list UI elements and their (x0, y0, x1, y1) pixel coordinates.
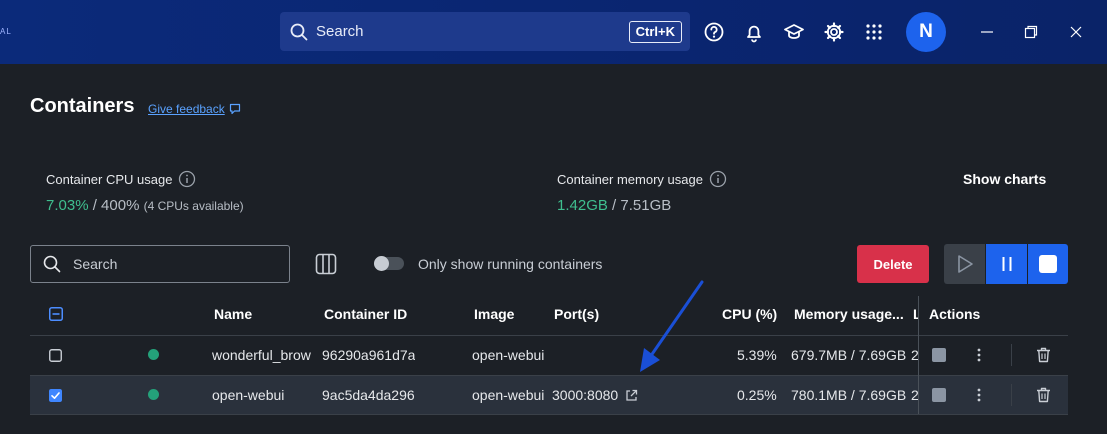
column-header-image[interactable]: Image (474, 306, 514, 322)
external-link-icon[interactable] (625, 389, 638, 402)
search-shortcut-badge: Ctrl+K (628, 21, 682, 43)
memory-usage-label: Container memory usage (557, 171, 703, 187)
container-image-link[interactable]: open-webui (472, 387, 546, 403)
cpu-percent: 7.03% (46, 197, 89, 214)
table-divider (30, 335, 1068, 336)
trash-icon[interactable] (1036, 387, 1051, 403)
columns-icon[interactable] (314, 252, 338, 276)
close-icon[interactable] (1066, 22, 1086, 42)
start-button[interactable] (944, 244, 985, 284)
container-search-input[interactable] (73, 256, 273, 272)
cpu-usage-label: Container CPU usage (46, 171, 173, 187)
container-memory: 780.1MB / 7.69GB (791, 387, 907, 403)
info-icon[interactable] (709, 170, 727, 188)
container-name-link[interactable]: wonderful_brow (212, 347, 316, 363)
only-running-label: Only show running containers (418, 256, 603, 272)
row-checkbox-checked[interactable] (49, 389, 62, 402)
column-header-container-id[interactable]: Container ID (324, 306, 407, 322)
pause-button[interactable] (986, 244, 1027, 284)
toggle-knob (374, 256, 389, 271)
container-extra-column: 2 (911, 387, 918, 403)
column-header-cpu[interactable]: CPU (%) (722, 306, 777, 322)
kebab-menu-icon[interactable] (977, 348, 981, 362)
memory-used: 1.42GB (557, 197, 608, 214)
column-header-name[interactable]: Name (214, 306, 252, 322)
give-feedback-link[interactable]: Give feedback (148, 102, 241, 116)
running-status-dot (148, 349, 159, 360)
select-all-checkbox[interactable] (49, 307, 63, 321)
search-icon (290, 23, 308, 40)
container-image-link[interactable]: open-webui (472, 347, 546, 363)
learning-center-icon[interactable] (783, 21, 805, 43)
stop-icon (1039, 255, 1057, 273)
brand-text: AL (0, 27, 12, 36)
top-bar: AL Search Ctrl+K N (0, 0, 1107, 64)
apps-grid-icon[interactable] (863, 21, 885, 43)
search-icon (43, 255, 61, 273)
column-header-actions: Actions (929, 306, 981, 322)
global-search-label: Search (316, 23, 364, 40)
delete-button[interactable]: Delete (857, 245, 929, 283)
row-checkbox[interactable] (49, 349, 62, 362)
actions-column-divider (918, 296, 919, 414)
stop-button[interactable] (1028, 244, 1068, 284)
memory-total: / 7.51GB (612, 197, 672, 214)
memory-usage-value: 1.42GB / 7.51GB (557, 197, 671, 214)
container-cpu: 0.25% (737, 387, 777, 403)
pause-icon (1002, 257, 1011, 271)
table-divider (30, 414, 1068, 415)
trash-icon[interactable] (1036, 347, 1051, 363)
container-id: 96290a961d7a (322, 347, 416, 363)
help-icon[interactable] (703, 21, 725, 43)
give-feedback-label: Give feedback (148, 102, 225, 116)
only-running-toggle[interactable] (374, 256, 404, 271)
memory-usage-heading: Container memory usage (557, 170, 727, 188)
container-id: 9ac5da4da296 (322, 387, 415, 403)
gear-icon[interactable] (823, 21, 845, 43)
container-name-link[interactable]: open-webui (212, 387, 316, 403)
container-extra-column: 2 (911, 347, 918, 363)
container-memory: 679.7MB / 7.69GB (791, 347, 907, 363)
row-stop-button[interactable] (932, 388, 946, 402)
cpu-usage-value: 7.03% / 400% (4 CPUs available) (46, 197, 244, 214)
column-header-ports[interactable]: Port(s) (554, 306, 599, 322)
minimize-icon[interactable] (977, 22, 997, 42)
feedback-icon (229, 103, 240, 115)
kebab-menu-icon[interactable] (977, 388, 981, 402)
bell-icon[interactable] (743, 21, 765, 43)
cpu-total: / 400% (92, 197, 140, 214)
running-status-dot (148, 389, 159, 400)
action-divider (1011, 344, 1012, 366)
annotation-arrow-icon (640, 280, 704, 372)
avatar[interactable]: N (906, 12, 946, 52)
restore-icon[interactable] (1021, 22, 1041, 42)
cpu-note: (4 CPUs available) (143, 199, 244, 213)
column-header-memory[interactable]: Memory usage... (794, 306, 908, 322)
container-port-link[interactable]: 3000:8080 (552, 387, 618, 403)
container-cpu: 5.39% (737, 347, 777, 363)
action-divider (1011, 384, 1012, 406)
container-search-box[interactable] (30, 245, 290, 283)
page-title: Containers (30, 95, 135, 117)
play-icon (957, 255, 973, 273)
row-stop-button[interactable] (932, 348, 946, 362)
global-search-bar[interactable]: Search Ctrl+K (280, 12, 690, 51)
show-charts-button[interactable]: Show charts (963, 171, 1046, 187)
cpu-usage-heading: Container CPU usage (46, 170, 196, 188)
info-icon[interactable] (178, 170, 196, 188)
